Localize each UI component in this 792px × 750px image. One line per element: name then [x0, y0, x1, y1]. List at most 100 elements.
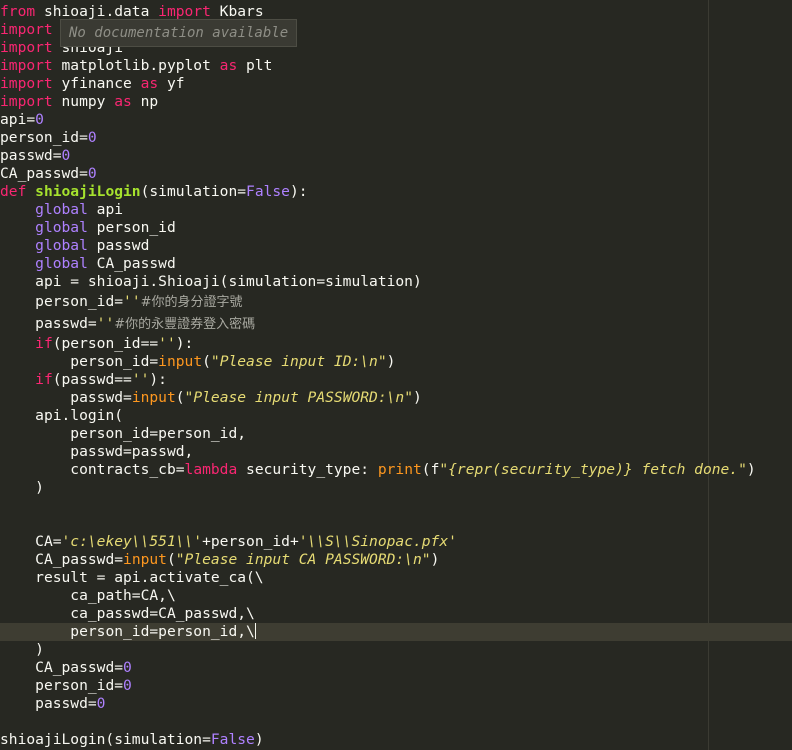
- code-line-29[interactable]: CA_passwd=input("Please input CA PASSWOR…: [0, 551, 792, 569]
- code-text: yfinance: [52, 75, 141, 92]
- comment: #你的永豐證券登入密碼: [114, 317, 256, 332]
- code-line-23[interactable]: api.login(: [0, 407, 792, 425]
- code-line-14[interactable]: global passwd: [0, 237, 792, 255]
- code-line-7[interactable]: api=0: [0, 111, 792, 129]
- code-text: api = shioaji.Shioaji(simulation=simulat…: [35, 273, 422, 290]
- code-line-30[interactable]: result = api.activate_ca(\: [0, 569, 792, 587]
- builtin-function: input: [123, 551, 167, 568]
- keyword: import: [158, 3, 211, 20]
- code-text: passwd=: [35, 695, 97, 712]
- blank-line[interactable]: [0, 713, 792, 731]
- code-text: ): [35, 479, 44, 496]
- code-text: person_id=person_id,: [70, 425, 247, 442]
- constant: False: [246, 183, 290, 200]
- code-text: ): [430, 551, 440, 568]
- code-line-4[interactable]: import matplotlib.pyplot as plt: [0, 57, 792, 75]
- blank-line[interactable]: [0, 515, 792, 533]
- code-line-28[interactable]: CA='c:\ekey\\551\\'+person_id+'\\S\\Sino…: [0, 533, 792, 551]
- code-lines: from shioaji.data import Kbars import im…: [0, 3, 792, 749]
- code-line-37[interactable]: passwd=0: [0, 695, 792, 713]
- code-line-19[interactable]: if(person_id==''):: [0, 335, 792, 353]
- code-text: (: [202, 353, 211, 370]
- code-line-5[interactable]: import yfinance as yf: [0, 75, 792, 93]
- code-text: yf: [158, 75, 185, 92]
- keyword: def: [0, 183, 27, 200]
- keyword: global: [35, 255, 88, 272]
- code-line-35[interactable]: CA_passwd=0: [0, 659, 792, 677]
- builtin-function: input: [158, 353, 203, 370]
- string-literal: '': [123, 293, 141, 310]
- keyword: global: [35, 237, 88, 254]
- comment: #你的身分證字號: [140, 295, 243, 310]
- number-literal: 0: [123, 677, 132, 694]
- code-line-16[interactable]: api = shioaji.Shioaji(simulation=simulat…: [0, 273, 792, 291]
- code-line-18[interactable]: passwd=''#你的永豐證券登入密碼: [0, 313, 792, 335]
- code-editor[interactable]: from shioaji.data import Kbars import im…: [0, 0, 792, 750]
- code-line-17[interactable]: person_id=''#你的身分證字號: [0, 291, 792, 313]
- code-line-32[interactable]: ca_passwd=CA_passwd,\: [0, 605, 792, 623]
- code-text: passwd=: [70, 389, 132, 406]
- keyword: import: [0, 21, 53, 38]
- code-text: person_id=: [35, 293, 124, 310]
- code-line-12[interactable]: global api: [0, 201, 792, 219]
- number-literal: 0: [123, 659, 132, 676]
- code-line-27[interactable]: ): [0, 479, 792, 497]
- string-literal: "{repr(security_type)} fetch done.": [439, 461, 747, 478]
- keyword: as: [219, 57, 238, 74]
- blank-line[interactable]: [0, 497, 792, 515]
- code-text: ): [254, 731, 264, 748]
- keyword: as: [114, 93, 132, 110]
- keyword: import: [0, 39, 53, 56]
- keyword: if: [35, 335, 53, 352]
- code-text: ): [413, 389, 422, 406]
- code-text: shioaji.data: [35, 3, 159, 20]
- code-text: CA_passwd: [87, 255, 176, 272]
- code-line-26[interactable]: contracts_cb=lambda security_type: print…: [0, 461, 792, 479]
- code-text: person_id=person_id,\: [70, 623, 255, 640]
- code-text: contracts_cb=: [70, 461, 185, 478]
- code-line-36[interactable]: person_id=0: [0, 677, 792, 695]
- code-text: CA_passwd=: [35, 551, 124, 568]
- code-text: shioajiLogin(simulation=: [0, 731, 211, 748]
- code-line-9[interactable]: passwd=0: [0, 147, 792, 165]
- code-text: ca_path=CA,\: [70, 587, 176, 604]
- code-text: (: [175, 389, 185, 406]
- code-line-11[interactable]: def shioajiLogin(simulation=False):: [0, 183, 792, 201]
- code-line-21[interactable]: if(passwd==''):: [0, 371, 792, 389]
- code-text: ):: [289, 183, 308, 200]
- code-text: ): [746, 461, 756, 478]
- code-line-10[interactable]: CA_passwd=0: [0, 165, 792, 183]
- code-text: passwd=passwd,: [70, 443, 194, 460]
- code-line-38[interactable]: shioajiLogin(simulation=False): [0, 731, 792, 749]
- keyword: if: [35, 371, 53, 388]
- code-line-8[interactable]: person_id=0: [0, 129, 792, 147]
- code-text: (person_id==: [52, 335, 159, 352]
- code-text: ):: [175, 335, 194, 352]
- code-text: passwd=: [35, 315, 97, 332]
- code-line-31[interactable]: ca_path=CA,\: [0, 587, 792, 605]
- function-name: shioajiLogin: [35, 183, 141, 200]
- code-text: CA_passwd=: [0, 165, 88, 182]
- code-line-24[interactable]: person_id=person_id,: [0, 425, 792, 443]
- code-text: CA=: [35, 533, 62, 550]
- number-literal: 0: [35, 111, 44, 128]
- code-text: api.login(: [35, 407, 124, 424]
- code-line-22[interactable]: passwd=input("Please input PASSWORD:\n"): [0, 389, 792, 407]
- number-literal: 0: [96, 695, 106, 712]
- code-text: api: [87, 201, 124, 218]
- code-text: ):: [149, 371, 167, 388]
- code-text: (simulation=: [140, 183, 247, 200]
- code-line-20[interactable]: person_id=input("Please input ID:\n"): [0, 353, 792, 371]
- code-text: CA_passwd=: [35, 659, 124, 676]
- string-literal: '': [96, 315, 115, 332]
- code-line-6[interactable]: import numpy as np: [0, 93, 792, 111]
- code-text: (f: [421, 461, 440, 478]
- code-line-15[interactable]: global CA_passwd: [0, 255, 792, 273]
- string-literal: '': [158, 335, 176, 352]
- code-text: +person_id+: [202, 533, 299, 550]
- code-line-13[interactable]: global person_id: [0, 219, 792, 237]
- code-line-25[interactable]: passwd=passwd,: [0, 443, 792, 461]
- code-text: (: [166, 551, 176, 568]
- code-line-33-current[interactable]: person_id=person_id,\: [0, 623, 792, 641]
- code-line-34[interactable]: ): [0, 641, 792, 659]
